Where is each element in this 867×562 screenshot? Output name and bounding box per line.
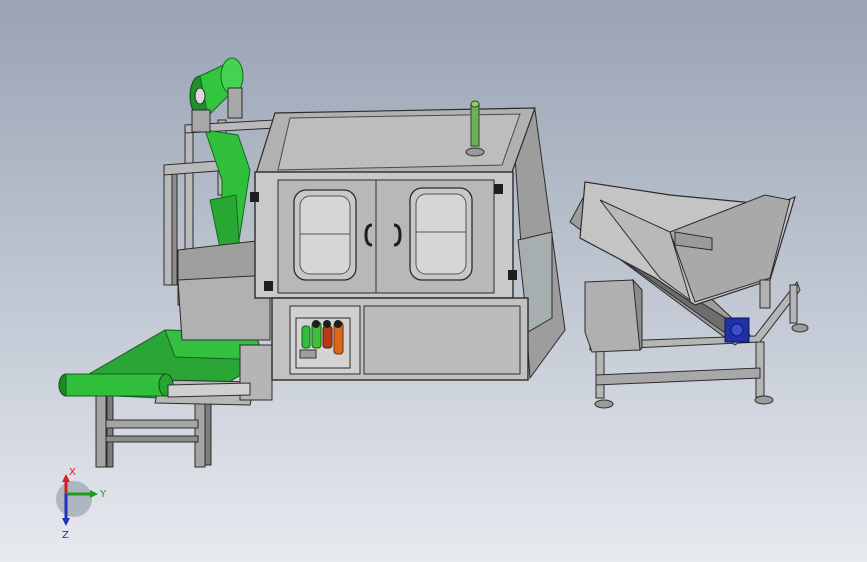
infeed-belt-conveyor[interactable] [58,329,273,468]
view-orientation-triad[interactable]: X Y Z [44,464,114,544]
pneumatic-control-panel[interactable] [295,317,351,369]
triad-sphere [56,481,92,517]
assembly-3d-model[interactable] [0,0,867,562]
z-axis-label: Z [62,530,69,541]
y-axis-arrow [90,490,98,498]
z-axis-arrow [62,518,70,526]
graphics-viewport[interactable]: X Y Z [0,0,867,562]
y-axis-label: Y [99,489,107,500]
inclined-hopper-conveyor[interactable] [569,181,809,409]
x-axis-label: X [69,467,76,478]
